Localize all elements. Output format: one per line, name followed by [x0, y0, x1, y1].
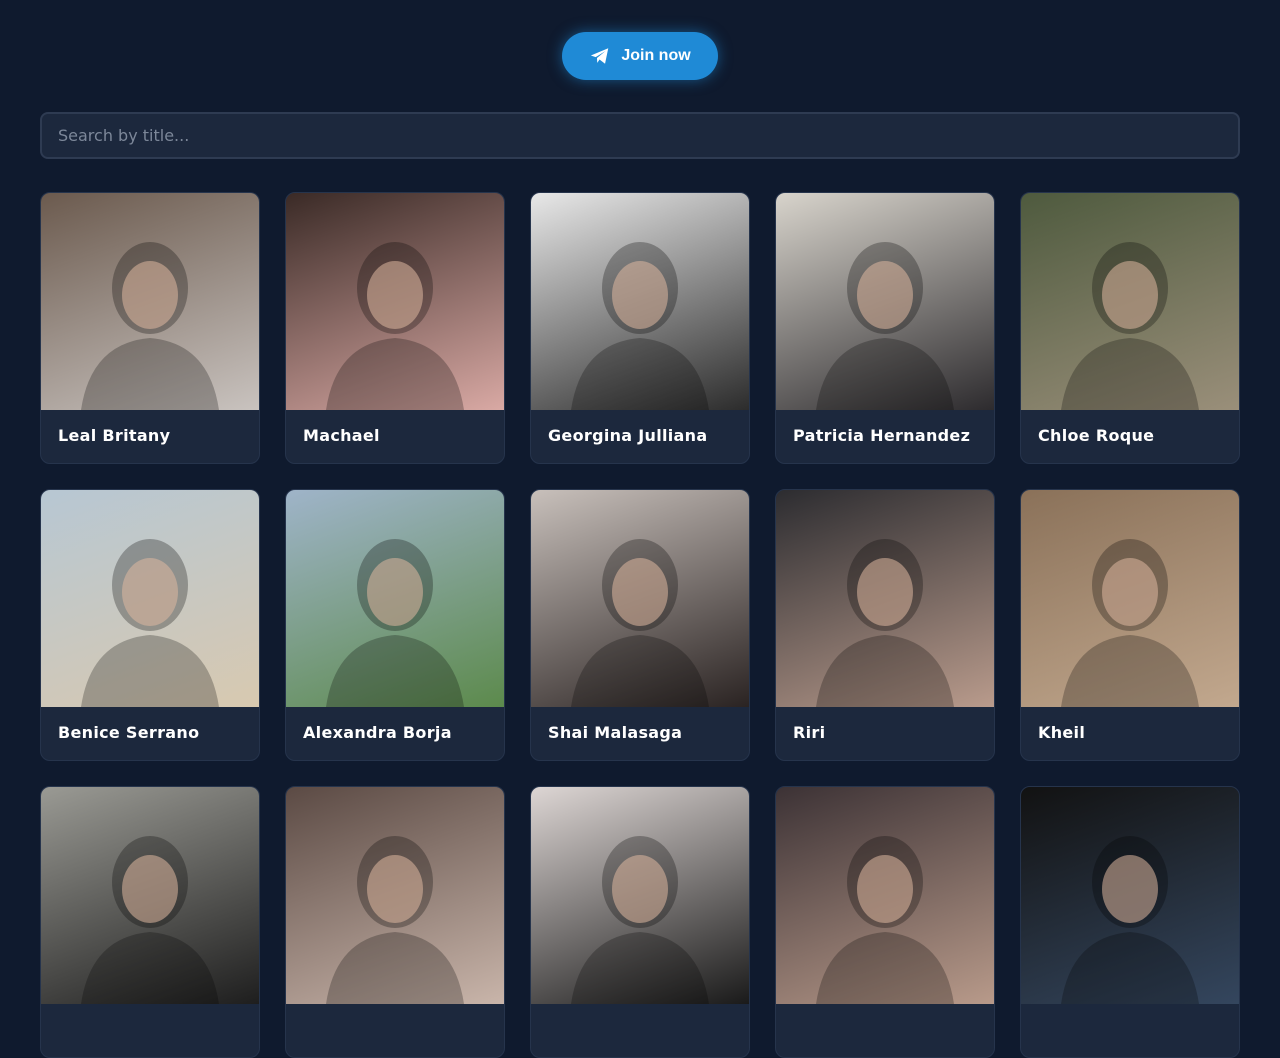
top-bar: Join now: [0, 0, 1280, 112]
profile-photo: [286, 490, 504, 707]
profile-name: Machael: [303, 426, 380, 445]
profile-card[interactable]: [1020, 786, 1240, 1058]
profile-name: Kheil: [1038, 723, 1086, 742]
person-silhouette-icon: [81, 836, 219, 1004]
profile-photo: [286, 787, 504, 1004]
person-silhouette-icon: [1061, 242, 1199, 410]
person-silhouette-icon: [816, 836, 954, 1004]
profile-name: Georgina Julliana: [548, 426, 708, 445]
profile-card[interactable]: Alexandra Borja: [285, 489, 505, 761]
person-silhouette-icon: [326, 836, 464, 1004]
person-silhouette-icon: [326, 242, 464, 410]
profile-card[interactable]: Machael: [285, 192, 505, 464]
person-silhouette-icon: [326, 539, 464, 707]
profile-name: [41, 1004, 259, 1057]
profile-card[interactable]: [285, 786, 505, 1058]
profile-name: Shai Malasaga: [548, 723, 683, 742]
person-silhouette-icon: [81, 539, 219, 707]
profile-card[interactable]: Chloe Roque: [1020, 192, 1240, 464]
profile-photo: [776, 490, 994, 707]
profile-name: Benice Serrano: [58, 723, 200, 742]
profile-card[interactable]: Shai Malasaga: [530, 489, 750, 761]
profile-name: Chloe Roque: [1038, 426, 1155, 445]
profile-photo: [1021, 193, 1239, 410]
profile-photo: [531, 490, 749, 707]
profile-card[interactable]: Benice Serrano: [40, 489, 260, 761]
profile-card[interactable]: Patricia Hernandez: [775, 192, 995, 464]
profile-name: [531, 1004, 749, 1057]
person-silhouette-icon: [816, 242, 954, 410]
profile-name: [1021, 1004, 1239, 1057]
profile-photo: [531, 787, 749, 1004]
card-grid: Leal Britany Machael Georgina Julliana Patr…: [40, 192, 1240, 1058]
profile-photo: [776, 787, 994, 1004]
person-silhouette-icon: [1061, 836, 1199, 1004]
profile-name: Alexandra Borja: [303, 723, 452, 742]
profile-name: Patricia Hernandez: [793, 426, 971, 445]
search-input[interactable]: [40, 112, 1240, 159]
join-now-label: Join now: [621, 47, 691, 64]
profile-photo: [776, 193, 994, 410]
profile-photo: [1021, 787, 1239, 1004]
profile-name: [286, 1004, 504, 1057]
telegram-paper-plane-icon: [589, 45, 611, 67]
profile-photo: [286, 193, 504, 410]
profile-card[interactable]: Leal Britany: [40, 192, 260, 464]
profile-photo: [41, 193, 259, 410]
profile-card[interactable]: [40, 786, 260, 1058]
profile-name: Riri: [793, 723, 826, 742]
profile-card[interactable]: Riri: [775, 489, 995, 761]
profile-name: [776, 1004, 994, 1057]
person-silhouette-icon: [571, 242, 709, 410]
join-now-button[interactable]: Join now: [562, 32, 718, 80]
person-silhouette-icon: [571, 539, 709, 707]
profile-photo: [1021, 490, 1239, 707]
profile-card[interactable]: [775, 786, 995, 1058]
person-silhouette-icon: [571, 836, 709, 1004]
profile-photo: [531, 193, 749, 410]
profile-card[interactable]: Georgina Julliana: [530, 192, 750, 464]
profile-photo: [41, 490, 259, 707]
profile-name: Leal Britany: [58, 426, 171, 445]
search-container: [0, 112, 1280, 159]
person-silhouette-icon: [1061, 539, 1199, 707]
person-silhouette-icon: [816, 539, 954, 707]
profile-card[interactable]: [530, 786, 750, 1058]
person-silhouette-icon: [81, 242, 219, 410]
profile-card[interactable]: Kheil: [1020, 489, 1240, 761]
profile-photo: [41, 787, 259, 1004]
